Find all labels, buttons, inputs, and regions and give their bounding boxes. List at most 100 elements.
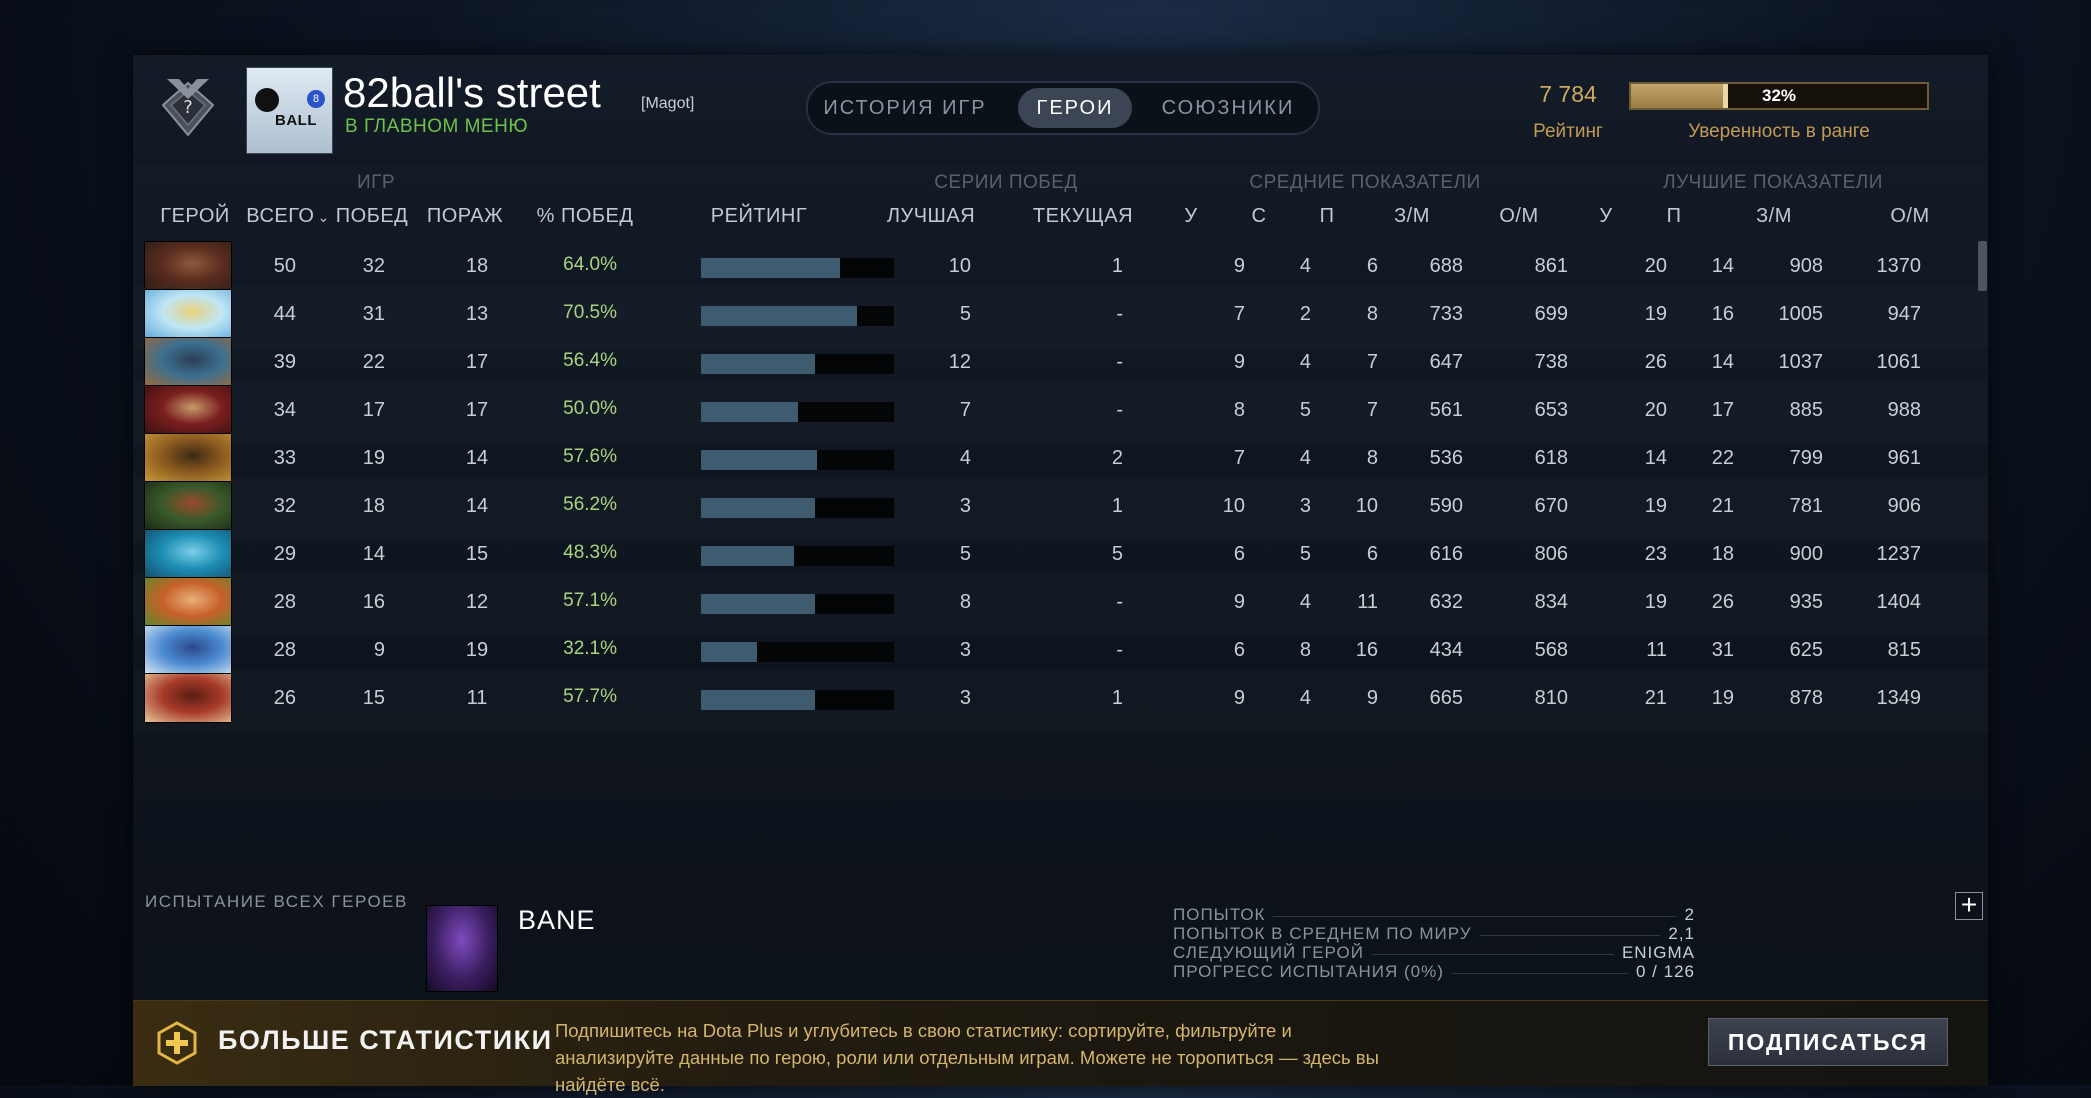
- column-header-best-streak[interactable]: ЛУЧШАЯ: [887, 205, 975, 228]
- rating-bar-fill: [701, 306, 858, 326]
- player-team-tag: [Magot]: [641, 95, 695, 112]
- challenge-stat-value: 0 / 126: [1628, 962, 1695, 982]
- tab-match-history[interactable]: ИСТОРИЯ ИГР: [820, 88, 990, 128]
- column-header-winrate[interactable]: % ПОБЕД: [537, 205, 634, 228]
- rating-bar: [701, 402, 894, 422]
- hero-portrait-green-orc[interactable]: [144, 481, 232, 531]
- rating-value: 7 784: [1539, 81, 1597, 107]
- billiard-ball-icon: [255, 88, 279, 112]
- cell-best-assists: 19: [1711, 687, 1734, 709]
- rating-bar-fill: [701, 594, 815, 614]
- cell-avg-gpm: 665: [1429, 687, 1463, 709]
- rating-bar-fill: [701, 354, 815, 374]
- rating-bar: [701, 546, 894, 566]
- group-header-bests: ЛУЧШИЕ ПОКАЗАТЕЛИ: [1663, 172, 1883, 193]
- tab-heroes[interactable]: ГЕРОИ: [1018, 88, 1132, 128]
- column-header-avg-xpm[interactable]: О/М: [1499, 205, 1538, 228]
- dota-plus-banner: БОЛЬШЕ СТАТИСТИКИ Подпишитесь на Dota Pl…: [133, 1000, 1988, 1095]
- rating-bar: [701, 306, 894, 326]
- rating-bar: [701, 594, 894, 614]
- tab-allies[interactable]: СОЮЗНИКИ: [1148, 88, 1308, 128]
- group-header-averages: СРЕДНИЕ ПОКАЗАТЕЛИ: [1249, 172, 1481, 193]
- rating-bar: [701, 690, 894, 710]
- cell-best-kills: 21: [1644, 687, 1667, 709]
- rating-bar-fill: [701, 642, 757, 662]
- challenge-stat-value: ENIGMA: [1613, 943, 1695, 963]
- hero-portrait-water-spirit[interactable]: [144, 529, 232, 579]
- dota-plus-icon: [157, 1021, 197, 1065]
- hero-portrait-golden-brute[interactable]: [144, 433, 232, 483]
- rating-bar: [701, 258, 894, 278]
- column-header-avg-gpm[interactable]: З/М: [1394, 205, 1430, 228]
- rating-bar: [701, 354, 894, 374]
- rank-confidence-label: Уверенность в ранге: [1688, 121, 1870, 142]
- column-header-best-gpm[interactable]: З/М: [1756, 205, 1792, 228]
- challenge-stat-world-average: ПОПЫТОК В СРЕДНЕМ ПО МИРУ 2,1: [1173, 924, 1695, 944]
- column-header-hero[interactable]: ГЕРОЙ: [160, 205, 230, 228]
- avatar[interactable]: 8 BALL: [246, 67, 333, 154]
- rating-bar-fill: [701, 402, 798, 422]
- rank-medal-icon[interactable]: ?: [153, 75, 223, 145]
- challenge-stat-next-hero: СЛЕДУЮЩИЙ ГЕРОЙ ENIGMA: [1173, 943, 1695, 963]
- hero-portrait-ice-maiden[interactable]: [144, 289, 232, 339]
- rating-bar: [701, 450, 894, 470]
- table-row[interactable]: 26 15 11 57.7% 3 1 9 4 9 665 810 21 19 878 1349: [133, 669, 1988, 733]
- player-name: 82ball's street: [343, 69, 601, 116]
- table-scrollbar[interactable]: [1978, 241, 1987, 291]
- hero-portrait-red-warrior[interactable]: [144, 385, 232, 435]
- column-header-best-kills[interactable]: У: [1599, 205, 1612, 228]
- profile-tabs: ИСТОРИЯ ИГР ГЕРОИ СОЮЗНИКИ: [806, 81, 1320, 135]
- rating-bar-fill: [701, 546, 794, 566]
- challenge-stat-label: ПОПЫТОК В СРЕДНЕМ ПО МИРУ: [1173, 924, 1480, 944]
- cell-best-xpm: 1349: [1876, 687, 1922, 709]
- profile-header: ? 8 BALL 82ball's street [Magot] В ГЛАВН…: [133, 55, 1988, 165]
- rating-bar: [701, 498, 894, 518]
- cell-avg-deaths: 4: [1299, 687, 1311, 709]
- column-header-rating[interactable]: РЕЙТИНГ: [711, 205, 807, 228]
- hero-portrait-red-haired-ranger[interactable]: [144, 577, 232, 627]
- rating-bar-fill: [701, 450, 817, 470]
- challenge-stat-label: ПРОГРЕСС ИСПЫТАНИЯ (0%): [1173, 962, 1452, 982]
- avatar-text: BALL: [275, 112, 317, 129]
- chevron-down-icon: ⌄: [317, 209, 330, 225]
- challenge-hero-portrait: [426, 905, 498, 992]
- group-header-games: ИГР: [356, 172, 396, 193]
- cell-best-streak: 3: [959, 687, 971, 709]
- cell-wins: 15: [362, 687, 385, 709]
- column-header-losses[interactable]: ПОРАЖ: [427, 205, 503, 228]
- rating-bar: [701, 642, 894, 662]
- cell-avg-assists: 9: [1366, 687, 1378, 709]
- column-header-total-games[interactable]: ВСЕГО ⌄: [246, 205, 329, 228]
- all-heroes-challenge-title: ИСПЫТАНИЕ ВСЕХ ГЕРОЕВ: [145, 892, 408, 911]
- rank-confidence-bar: 32%: [1629, 82, 1929, 110]
- rating-bar-fill: [701, 258, 840, 278]
- challenge-stat-progress: ПРОГРЕСС ИСПЫТАНИЯ (0%) 0 / 126: [1173, 962, 1695, 982]
- cell-best-gpm: 878: [1789, 687, 1823, 709]
- column-header-current-streak[interactable]: ТЕКУЩАЯ: [1033, 205, 1133, 228]
- column-header-avg-deaths[interactable]: С: [1252, 205, 1267, 228]
- profile-panel: ? 8 BALL 82ball's street [Magot] В ГЛАВН…: [133, 55, 1988, 1095]
- rank-confidence-value: 32%: [1761, 86, 1797, 105]
- player-status: В ГЛАВНОМ МЕНЮ: [345, 116, 529, 137]
- rating-bar-fill: [701, 690, 815, 710]
- column-header-wins[interactable]: ПОБЕД: [336, 205, 408, 228]
- column-header-best-xpm[interactable]: О/М: [1890, 205, 1929, 228]
- banner-description: Подпишитесь на Dota Plus и углубитесь в …: [555, 1020, 1379, 1095]
- column-header-total-label: ВСЕГО: [246, 205, 315, 227]
- hero-portrait-storm-sage[interactable]: [144, 625, 232, 675]
- column-header-best-assists[interactable]: П: [1667, 205, 1682, 228]
- column-header-avg-kills[interactable]: У: [1184, 205, 1197, 228]
- hero-portrait-horned-brute[interactable]: [144, 673, 232, 723]
- subscribe-button[interactable]: ПОДПИСАТЬСЯ: [1708, 1018, 1948, 1066]
- cell-current-streak: 1: [1111, 687, 1123, 709]
- column-header-avg-assists[interactable]: П: [1320, 205, 1335, 228]
- challenge-stat-attempts: ПОПЫТОК 2: [1173, 905, 1695, 925]
- banner-title: БОЛЬШЕ СТАТИСТИКИ: [218, 1025, 553, 1055]
- cell-avg-kills: 9: [1233, 687, 1245, 709]
- challenge-stat-value: 2,1: [1660, 924, 1695, 944]
- hero-portrait-brown-beast[interactable]: [144, 241, 232, 291]
- expand-challenge-button[interactable]: +: [1955, 891, 1983, 920]
- hero-portrait-blue-knight[interactable]: [144, 337, 232, 387]
- challenge-stat-label: ПОПЫТОК: [1173, 905, 1274, 925]
- cell-total-games: 26: [273, 687, 296, 709]
